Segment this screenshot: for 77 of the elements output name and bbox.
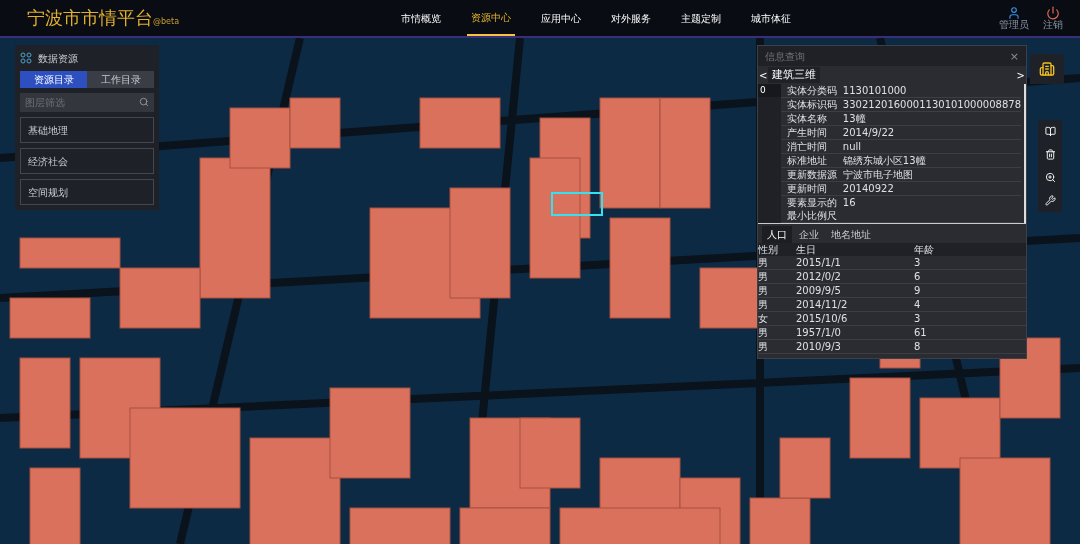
attribute-value: 3302120160001130101000008878 [842,98,1021,111]
table-cell: 4 [914,298,921,311]
nav-tab[interactable]: 对外服务 [607,0,656,36]
attribute-key: 实体分类码 [786,84,843,97]
detail-tab[interactable]: 地名地址 [826,226,876,243]
table-cell-text: 男 [758,270,769,283]
attribute-key: 标准地址 [786,154,843,167]
search-icon [139,97,149,107]
attribute-key: 更新时间 [786,182,843,195]
table-cell-text: 男 [758,284,769,297]
table-cell-text: 女 [758,312,769,325]
catalog-tab[interactable]: 工作目录 [87,71,154,88]
column-header: 年龄 [914,243,934,256]
table-cell-text: 2009/9/5 [796,284,842,297]
power-icon [1046,6,1060,20]
panel-title: 数据资源 [38,51,78,66]
attribute-key: 更新数据源 [786,168,843,181]
table-cell: 3 [914,312,921,325]
logout-button[interactable]: 注销 [1043,6,1063,30]
attribute-key: 要素显示的最小比例尺 [786,196,843,222]
detail-tab[interactable]: 人口 [762,226,792,243]
table-cell-text: 1957/1/0 [796,326,842,339]
table-cell-text: 男 [758,298,769,311]
attribute-value: 20140922 [842,182,894,195]
building-layer-button[interactable] [1030,54,1064,84]
layer-name: 建筑三维 [768,66,821,84]
panel-title: 信息查询 [765,49,805,64]
table-cell-text: 男 [758,256,769,269]
catalog-tab[interactable]: 资源目录 [20,71,87,88]
table-cell: 8 [914,340,921,353]
trash-icon [1044,149,1056,160]
attribute-value: 16 [842,196,856,209]
attribute-key: 产生时间 [786,126,843,139]
next-button[interactable]: > [1015,67,1026,83]
table-cell: 3 [914,256,921,269]
book-icon [1044,126,1056,137]
app-title: 宁波市市情平台 [27,9,153,27]
admin-button[interactable]: 管理员 [999,6,1029,30]
attribute-value: 13幢 [842,112,866,125]
nav-tab[interactable]: 应用中心 [537,0,586,36]
attribute-value: 宁波市电子地图 [842,168,913,181]
feature-index[interactable]: 0 [758,84,781,97]
prev-button[interactable]: < [758,67,769,83]
close-button[interactable]: × [1009,50,1019,62]
nav-tab[interactable]: 主题定制 [677,0,726,36]
resource-category-item[interactable]: 基础地理 [20,117,154,143]
nav-tab[interactable]: 市情概览 [397,0,446,36]
attribute-value: 1130101000 [842,84,907,97]
zoom-in-icon [1044,172,1056,183]
beta-label: @beta [153,17,180,26]
table-cell-text: 男 [758,340,769,353]
table-cell: 9 [914,284,921,297]
resource-category-item[interactable]: 空间规划 [20,179,154,205]
attribute-value: 锦绣东城小区13幢 [842,154,926,167]
table-cell-text: 2010/9/3 [796,340,842,353]
attribute-key: 实体名称 [786,112,843,125]
table-cell: 6 [914,270,921,283]
detail-tab[interactable]: 企业 [794,226,824,243]
column-header: 生日 [796,243,817,256]
user-icon [1007,6,1021,20]
table-cell-text: 男 [758,326,769,339]
resource-category-item[interactable]: 经济社会 [20,148,154,174]
building-icon [1039,61,1055,77]
attribute-key: 消亡时间 [786,140,843,153]
wrench-icon [1044,195,1056,206]
column-header: 性别 [758,243,779,256]
table-cell-text: 2012/0/2 [796,270,842,283]
attribute-value: 2014/9/22 [842,126,895,139]
nav-tab[interactable]: 资源中心 [467,0,516,36]
attribute-value: null [842,140,862,153]
nav-tab[interactable]: 城市体征 [747,0,796,36]
table-cell-text: 2014/11/2 [796,298,849,311]
table-cell-text: 2015/10/6 [796,312,849,325]
table-cell-text: 2015/1/1 [796,256,842,269]
grid-icon [20,52,32,64]
attribute-key: 实体标识码 [786,98,843,111]
table-cell: 61 [914,326,927,339]
